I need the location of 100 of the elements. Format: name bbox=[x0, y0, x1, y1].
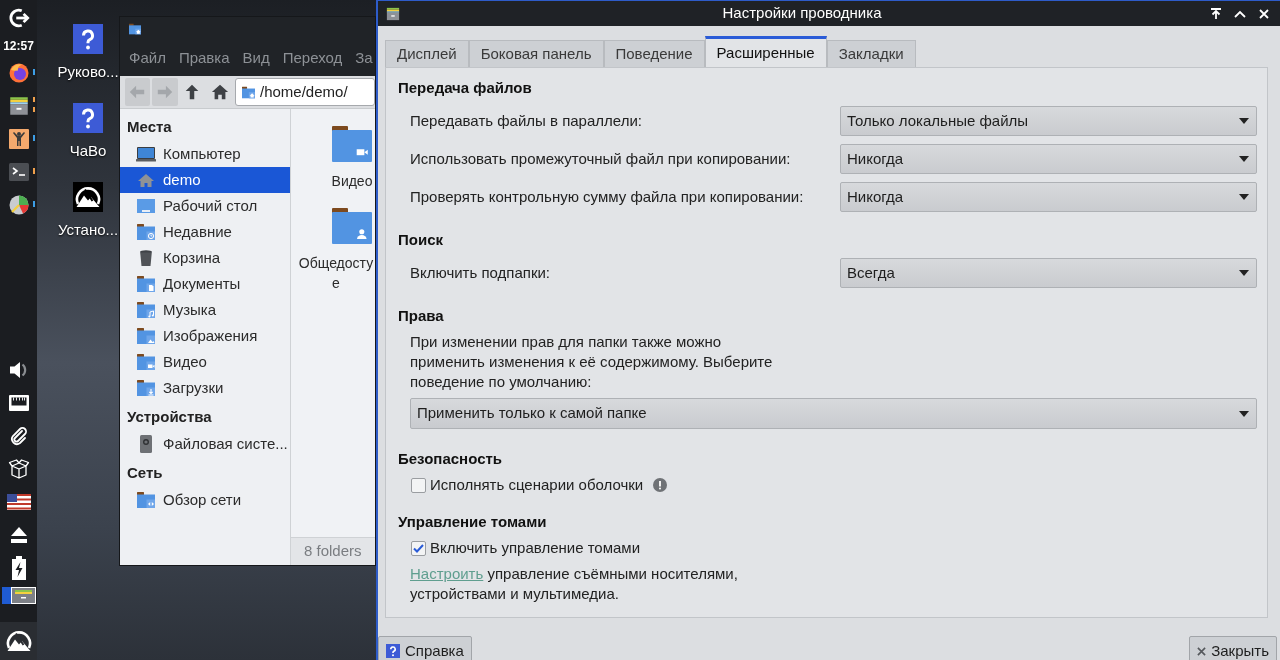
dropdown[interactable]: Только локальные файлы bbox=[840, 106, 1257, 136]
folder-icon bbox=[136, 353, 156, 371]
description-text: Настроить управление съёмными носителями, устройствами и мультимедиа. bbox=[410, 564, 739, 604]
help-icon bbox=[386, 644, 400, 658]
sidebar-item[interactable]: Музыка bbox=[120, 297, 290, 323]
pie-chart-icon[interactable] bbox=[8, 194, 29, 215]
section-heading: Передача файлов bbox=[398, 77, 532, 98]
folder-icon bbox=[136, 275, 156, 293]
folder-icon bbox=[128, 23, 142, 35]
description-text: При изменении прав для папки также можно применить изменения к её содержимому. Выберите поведение по умолчанию: bbox=[410, 332, 774, 392]
dropdown[interactable]: Никогда bbox=[840, 144, 1257, 174]
section-heading: Безопасность bbox=[398, 448, 503, 469]
menu-item[interactable]: Вид bbox=[242, 47, 270, 70]
paperclip-icon[interactable] bbox=[8, 425, 29, 446]
drawer-icon[interactable] bbox=[8, 95, 29, 116]
help-icon[interactable] bbox=[73, 103, 103, 133]
status-text: 8 folders bbox=[304, 541, 362, 562]
dropdown[interactable]: Всегда bbox=[840, 258, 1257, 288]
address-field[interactable]: /home/demo/ bbox=[235, 78, 375, 106]
desktop-icon-label[interactable]: Устано... bbox=[57, 220, 119, 240]
sidebar-item[interactable]: Обзор сети bbox=[120, 487, 290, 513]
file-label: Общедосту е bbox=[297, 254, 375, 293]
terminal-icon[interactable] bbox=[8, 162, 29, 181]
folder-icon bbox=[136, 223, 156, 241]
setting-label: Включить подпапки: bbox=[410, 262, 551, 283]
person-icon[interactable] bbox=[8, 128, 29, 149]
setting-label: Проверять контрольную сумму файла при копировании: bbox=[410, 186, 804, 207]
flag-icon[interactable] bbox=[6, 493, 31, 510]
close-icon bbox=[1197, 646, 1207, 656]
house-icon bbox=[210, 83, 229, 101]
sidebar-item[interactable]: Компьютер bbox=[120, 141, 290, 167]
tab[interactable]: Поведение bbox=[603, 40, 705, 67]
help-icon[interactable] bbox=[73, 24, 103, 54]
checkbox[interactable] bbox=[411, 477, 426, 493]
section-heading: Управление томами bbox=[398, 511, 547, 532]
folder-icon bbox=[136, 491, 156, 509]
box-icon[interactable] bbox=[7, 457, 30, 480]
dropdown[interactable]: Применить только к самой папке bbox=[410, 398, 1257, 429]
left-arrow-icon bbox=[128, 83, 147, 101]
close-button[interactable]: Закрыть bbox=[1189, 636, 1277, 660]
sidebar-item[interactable]: Загрузки bbox=[120, 375, 290, 401]
sidebar-item[interactable]: Файловая систе... bbox=[120, 431, 290, 457]
file-label: Видео bbox=[331, 172, 373, 191]
sidebar-item[interactable]: Корзина bbox=[120, 245, 290, 271]
setting-label: Передавать файлы в параллели: bbox=[410, 110, 642, 131]
caret-icon bbox=[1239, 410, 1249, 417]
right-arrow-icon bbox=[155, 83, 174, 101]
section-heading: Поиск bbox=[398, 229, 443, 250]
sidebar-item[interactable]: Документы bbox=[120, 271, 290, 297]
sidebar-item[interactable]: Изображения bbox=[120, 323, 290, 349]
window-button[interactable] bbox=[2, 586, 36, 604]
checkbox-label: Включить управление томами bbox=[430, 537, 641, 558]
desktop-icon-label[interactable]: ЧаВо bbox=[69, 141, 107, 161]
section-heading: Права bbox=[398, 305, 444, 326]
caret-icon bbox=[1239, 270, 1249, 276]
tab[interactable]: Боковая панель bbox=[468, 40, 604, 67]
laptop-icon bbox=[136, 145, 156, 163]
caret-icon bbox=[1239, 118, 1249, 124]
close-icon bbox=[1259, 8, 1269, 19]
sidebar-item[interactable]: Видео bbox=[120, 349, 290, 375]
help-button[interactable]: Справка bbox=[378, 636, 472, 660]
desktop-icon-label[interactable]: Руково... bbox=[57, 62, 119, 82]
dropdown[interactable]: Никогда bbox=[840, 182, 1257, 212]
folder-icon bbox=[136, 301, 156, 319]
caret-icon bbox=[1239, 194, 1249, 200]
tab[interactable]: Дисплей bbox=[385, 40, 469, 67]
caret-icon bbox=[1239, 156, 1249, 162]
caret-up-icon bbox=[1234, 9, 1246, 18]
folder-icon[interactable] bbox=[332, 208, 372, 244]
drawer-icon bbox=[386, 5, 400, 22]
setting-label: Использовать промежуточный файл при копировании: bbox=[410, 148, 791, 169]
section-heading: Места bbox=[127, 116, 172, 137]
folder-icon bbox=[241, 85, 256, 99]
network-port-icon[interactable] bbox=[8, 393, 29, 412]
eject-icon[interactable] bbox=[8, 525, 29, 544]
clock: 12:57 bbox=[3, 39, 34, 53]
tab[interactable]: Закладки bbox=[826, 40, 916, 67]
sidebar-item[interactable]: demo bbox=[120, 167, 290, 193]
window-title: Настройки проводника bbox=[722, 3, 882, 24]
arrow-to-line-icon bbox=[1210, 7, 1222, 20]
drawer-icon bbox=[11, 586, 36, 604]
menu-item[interactable]: Переход bbox=[282, 47, 343, 70]
checkbox[interactable] bbox=[411, 540, 426, 556]
section-heading: Устройства bbox=[127, 406, 212, 427]
check-icon bbox=[413, 543, 424, 553]
folder-icon bbox=[136, 379, 156, 397]
menu-item[interactable]: Файл bbox=[129, 47, 166, 70]
sidebar-item[interactable]: Рабочий стол bbox=[120, 193, 290, 219]
sidebar-item[interactable]: Недавние bbox=[120, 219, 290, 245]
mountain-logo-icon[interactable] bbox=[73, 182, 103, 212]
logout-icon[interactable] bbox=[7, 7, 30, 29]
house-icon bbox=[136, 171, 156, 189]
tab[interactable]: Расширенные bbox=[704, 36, 827, 67]
folder-icon bbox=[136, 327, 156, 345]
checkbox-label: Исполнять сценарии оболочки bbox=[430, 474, 644, 495]
folder-icon[interactable] bbox=[332, 126, 372, 162]
battery-icon[interactable] bbox=[10, 555, 27, 580]
flame-globe-icon[interactable] bbox=[8, 62, 29, 83]
menu-item[interactable]: За bbox=[355, 47, 373, 70]
menu-item[interactable]: Правка bbox=[178, 47, 230, 70]
